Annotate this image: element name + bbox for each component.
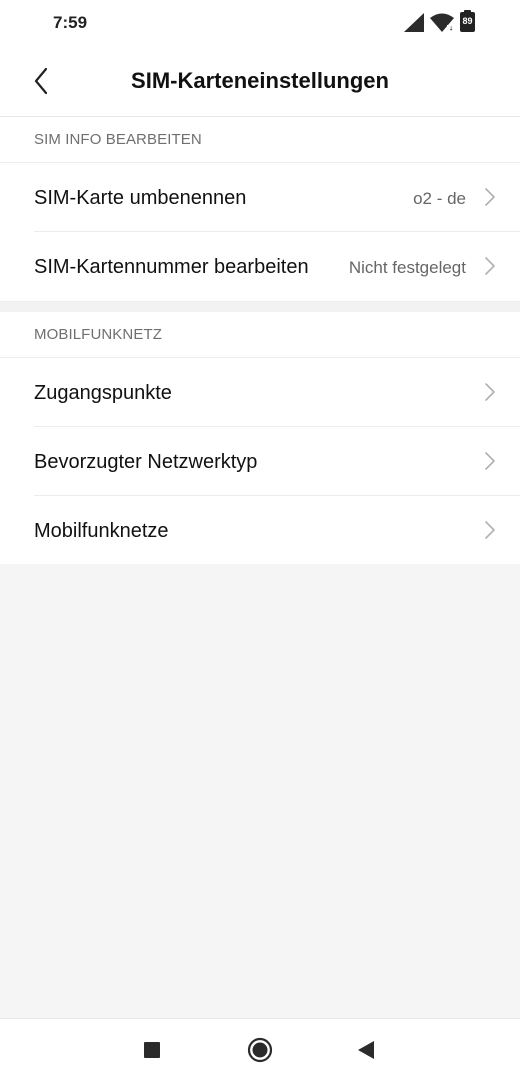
rename-sim-row[interactable]: SIM-Karte umbenennen o2 - de bbox=[34, 163, 520, 232]
battery-level: 89 bbox=[462, 16, 473, 26]
row-label: SIM-Kartennummer bearbeiten bbox=[34, 256, 309, 278]
svg-text:↓: ↓ bbox=[449, 26, 454, 33]
screen: 7:59 ↓ 89 SIM-Karteneinstellungen SIM IN… bbox=[0, 0, 520, 1080]
preferred-network-type-row[interactable]: Bevorzugter Netzwerktyp bbox=[34, 427, 520, 496]
chevron-right-icon bbox=[485, 383, 495, 401]
home-circle-icon[interactable] bbox=[247, 1037, 273, 1063]
row-value: o2 - de bbox=[413, 189, 466, 208]
chevron-right-icon bbox=[485, 521, 495, 539]
mobile-networks-row[interactable]: Mobilfunknetze bbox=[34, 496, 520, 564]
recents-square-icon[interactable] bbox=[144, 1042, 160, 1058]
row-value: Nicht festgelegt bbox=[348, 258, 466, 277]
chevron-right-icon bbox=[485, 257, 495, 275]
signal-icon bbox=[404, 13, 424, 32]
app-header: SIM-Karteneinstellungen bbox=[0, 46, 520, 117]
row-label: SIM-Karte umbenennen bbox=[34, 187, 247, 209]
status-bar: 7:59 ↓ 89 bbox=[0, 0, 520, 46]
access-points-row[interactable]: Zugangspunkte bbox=[34, 358, 520, 427]
section-mobile-network: MOBILFUNKNETZ Zugangspunkte Bevorzugter … bbox=[0, 312, 520, 564]
status-time: 7:59 bbox=[53, 13, 88, 32]
battery-icon: 89 bbox=[460, 10, 475, 32]
edit-sim-number-row[interactable]: SIM-Kartennummer bearbeiten Nicht festge… bbox=[34, 232, 520, 300]
section-sim-info: SIM INFO BEARBEITEN SIM-Karte umbenennen… bbox=[0, 117, 520, 301]
chevron-right-icon bbox=[485, 188, 495, 206]
back-triangle-icon[interactable] bbox=[357, 1040, 375, 1060]
section-header: SIM INFO BEARBEITEN bbox=[0, 117, 520, 163]
row-label: Mobilfunknetze bbox=[34, 520, 169, 542]
section-header: MOBILFUNKNETZ bbox=[0, 312, 520, 358]
row-label: Bevorzugter Netzwerktyp bbox=[34, 451, 258, 473]
row-label: Zugangspunkte bbox=[34, 382, 172, 404]
chevron-right-icon bbox=[485, 452, 495, 470]
navigation-bar bbox=[0, 1018, 520, 1080]
status-icons: ↓ 89 bbox=[404, 10, 484, 34]
wifi-icon: ↓ bbox=[430, 13, 454, 32]
page-title: SIM-Karteneinstellungen bbox=[131, 68, 389, 93]
